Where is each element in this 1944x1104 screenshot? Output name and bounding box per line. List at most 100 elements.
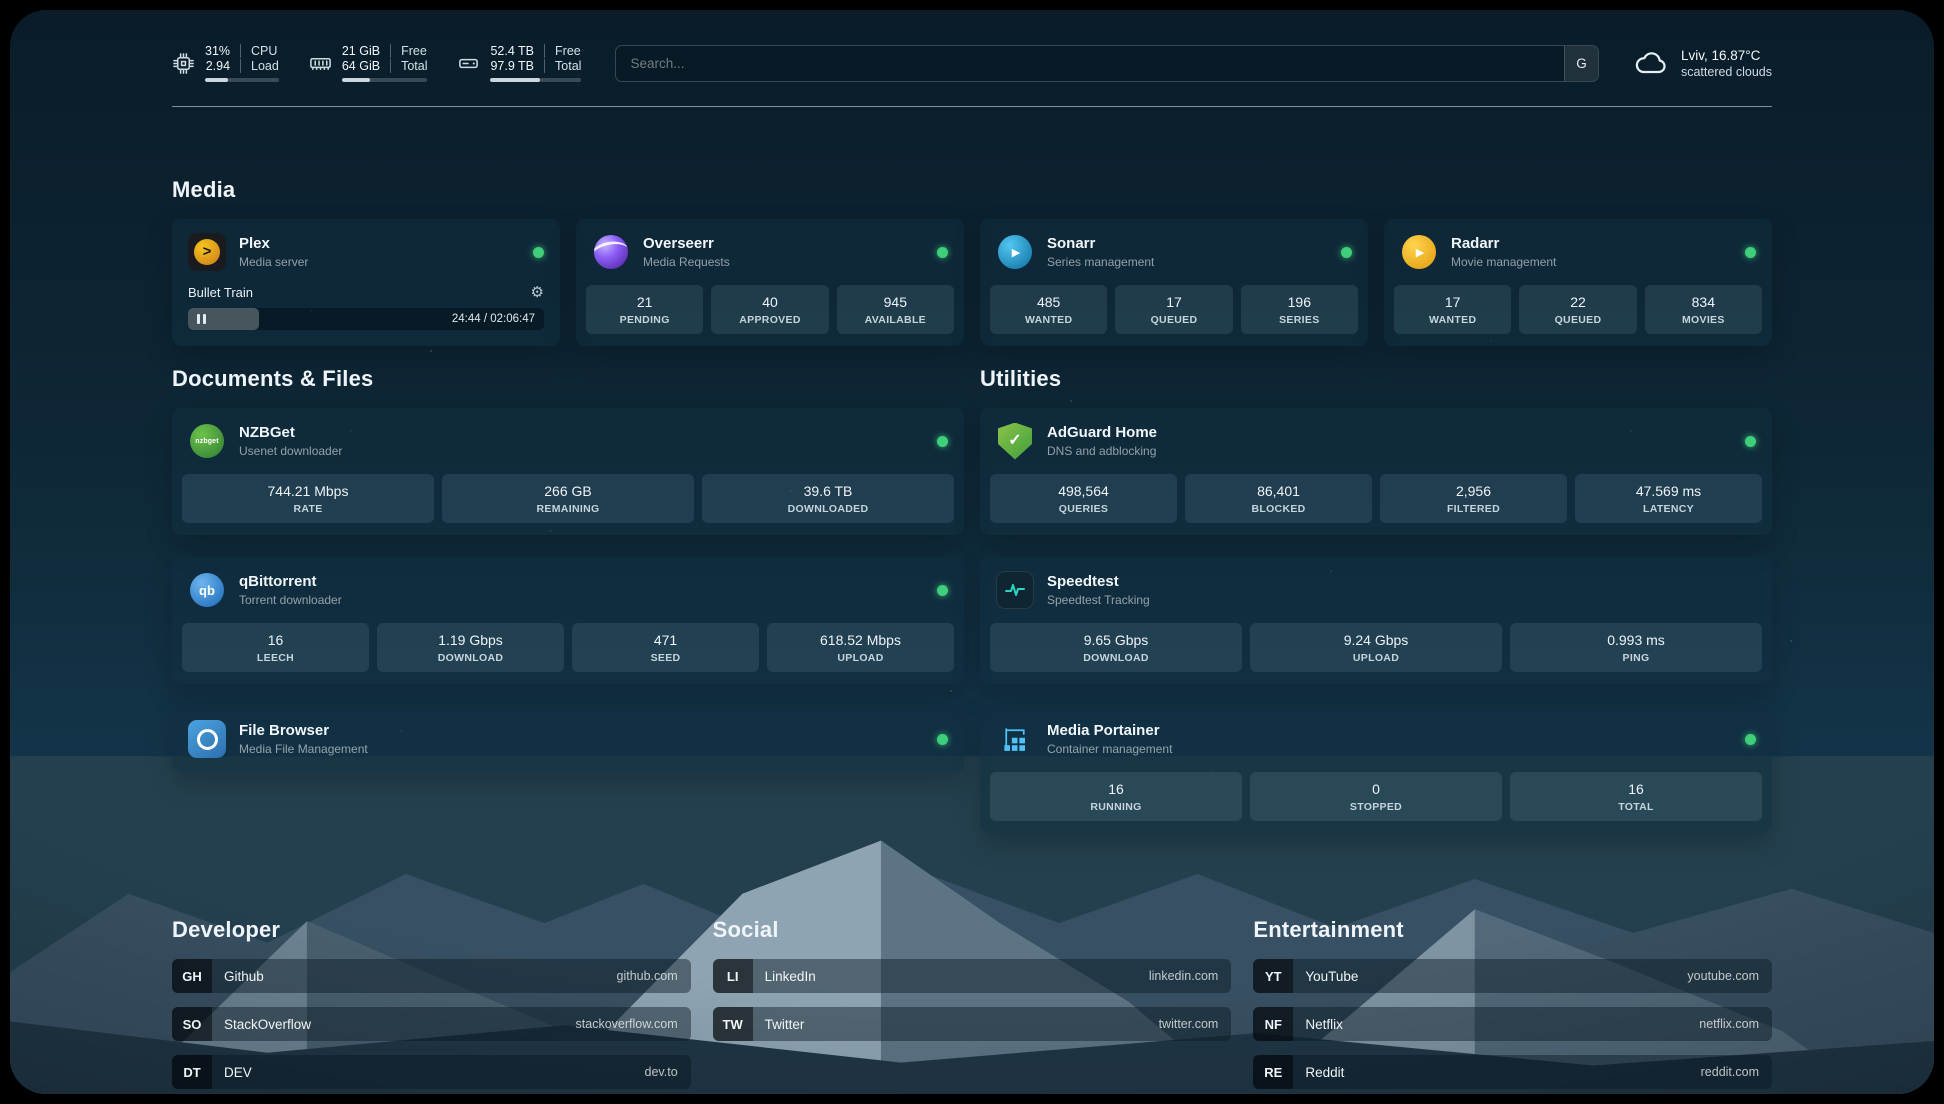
weather-location: Lviv, 16.87°C bbox=[1681, 48, 1772, 63]
resource-widgets: 31% CPU 2.94 Load 21 GiB Free bbox=[172, 44, 581, 82]
nzbget-icon bbox=[188, 422, 226, 460]
github-abbr-icon: GH bbox=[172, 959, 212, 993]
memory-free-value: 21 GiB bbox=[342, 44, 391, 58]
overseerr-icon bbox=[592, 233, 630, 271]
filebrowser-icon bbox=[188, 720, 226, 758]
entertainment-bookmarks: Entertainment YT YouTube youtube.com NF … bbox=[1253, 917, 1772, 1094]
stat-queued: 22 QUEUED bbox=[1519, 285, 1636, 334]
social-section-title: Social bbox=[713, 917, 1232, 943]
plex-icon bbox=[188, 233, 226, 271]
overseerr-card[interactable]: Overseerr Media Requests 21 PENDING 40 A… bbox=[576, 219, 964, 346]
plex-now-playing-widget: Bullet Train 24:44 / 02:06:47 bbox=[172, 285, 560, 344]
gear-icon[interactable] bbox=[531, 285, 544, 300]
cpu-load-value: 2.94 bbox=[205, 59, 241, 73]
disk-widget: 52.4 TB Free 97.9 TB Total bbox=[457, 44, 581, 82]
stat-pending: 21 PENDING bbox=[586, 285, 703, 334]
stat-download: 1.19 Gbps DOWNLOAD bbox=[377, 623, 564, 672]
overseerr-name: Overseerr bbox=[643, 235, 730, 252]
cloud-icon bbox=[1633, 48, 1669, 78]
documents-section-title: Documents & Files bbox=[172, 366, 964, 392]
cpu-icon bbox=[172, 52, 195, 75]
media-section: Media Plex Media server Bullet Train bbox=[172, 177, 1772, 346]
bookmark-github[interactable]: GH Github github.com bbox=[172, 959, 691, 993]
speedtest-name: Speedtest bbox=[1047, 573, 1150, 590]
twitter-abbr-icon: TW bbox=[713, 1007, 753, 1041]
stat-wanted: 485 WANTED bbox=[990, 285, 1107, 334]
linkedin-abbr-icon: LI bbox=[713, 959, 753, 993]
bookmark-twitter[interactable]: TW Twitter twitter.com bbox=[713, 1007, 1232, 1041]
sonarr-card[interactable]: Sonarr Series management 485 WANTED 17 Q… bbox=[980, 219, 1368, 346]
disk-progress-bar bbox=[490, 78, 581, 82]
utilities-section-title: Utilities bbox=[980, 366, 1772, 392]
filebrowser-card[interactable]: File Browser Media File Management bbox=[172, 706, 964, 772]
qbittorrent-card[interactable]: qBittorrent Torrent downloader 16 LEECH … bbox=[172, 557, 964, 684]
memory-progress-bar bbox=[342, 78, 428, 82]
radarr-status-dot bbox=[1745, 247, 1756, 258]
filebrowser-name: File Browser bbox=[239, 722, 368, 739]
portainer-card[interactable]: Media Portainer Container management 16 … bbox=[980, 706, 1772, 833]
nzbget-status-dot bbox=[937, 436, 948, 447]
stat-download: 9.65 Gbps DOWNLOAD bbox=[990, 623, 1242, 672]
qbittorrent-desc: Torrent downloader bbox=[239, 593, 342, 607]
bookmark-youtube[interactable]: YT YouTube youtube.com bbox=[1253, 959, 1772, 993]
stat-remaining: 266 GB REMAINING bbox=[442, 474, 694, 523]
stat-series: 196 SERIES bbox=[1241, 285, 1358, 334]
plex-card[interactable]: Plex Media server Bullet Train bbox=[172, 219, 560, 346]
pause-icon[interactable] bbox=[197, 314, 206, 324]
bookmark-reddit[interactable]: RE Reddit reddit.com bbox=[1253, 1055, 1772, 1089]
reddit-abbr-icon: RE bbox=[1253, 1055, 1293, 1089]
stat-blocked: 86,401 BLOCKED bbox=[1185, 474, 1372, 523]
qbittorrent-icon bbox=[188, 571, 226, 609]
bookmark-dev[interactable]: DT DEV dev.to bbox=[172, 1055, 691, 1089]
sonarr-name: Sonarr bbox=[1047, 235, 1154, 252]
portainer-icon bbox=[996, 720, 1034, 758]
search-provider-button[interactable]: G bbox=[1564, 46, 1598, 81]
topbar-divider bbox=[172, 106, 1772, 107]
memory-icon bbox=[309, 52, 332, 75]
memory-free-label: Free bbox=[391, 44, 427, 58]
speedtest-card[interactable]: Speedtest Speedtest Tracking 9.65 Gbps D… bbox=[980, 557, 1772, 684]
stat-latency: 47.569 ms LATENCY bbox=[1575, 474, 1762, 523]
stat-running: 16 RUNNING bbox=[990, 772, 1242, 821]
adguard-card[interactable]: AdGuard Home DNS and adblocking 498,564 … bbox=[980, 408, 1772, 535]
memory-total-value: 64 GiB bbox=[342, 59, 391, 73]
radarr-card[interactable]: Radarr Movie management 17 WANTED 22 QUE… bbox=[1384, 219, 1772, 346]
stat-rate: 744.21 Mbps RATE bbox=[182, 474, 434, 523]
nzbget-card[interactable]: NZBGet Usenet downloader 744.21 Mbps RAT… bbox=[172, 408, 964, 535]
disk-total-label: Total bbox=[545, 59, 581, 73]
youtube-abbr-icon: YT bbox=[1253, 959, 1293, 993]
cpu-progress-bar bbox=[205, 78, 279, 82]
disk-icon bbox=[457, 52, 480, 75]
sonarr-icon bbox=[996, 233, 1034, 271]
social-bookmarks: Social LI LinkedIn linkedin.com TW Twitt… bbox=[713, 917, 1232, 1094]
bookmark-linkedin[interactable]: LI LinkedIn linkedin.com bbox=[713, 959, 1232, 993]
memory-widget: 21 GiB Free 64 GiB Total bbox=[309, 44, 428, 82]
stat-approved: 40 APPROVED bbox=[711, 285, 828, 334]
search-input[interactable] bbox=[615, 45, 1599, 82]
developer-section-title: Developer bbox=[172, 917, 691, 943]
disk-free-value: 52.4 TB bbox=[490, 44, 545, 58]
now-playing-title: Bullet Train bbox=[188, 285, 253, 300]
cpu-usage-label: CPU bbox=[241, 44, 279, 58]
developer-bookmarks: Developer GH Github github.com SO StackO… bbox=[172, 917, 691, 1094]
top-bar: 31% CPU 2.94 Load 21 GiB Free bbox=[172, 44, 1772, 82]
search-bar: G bbox=[615, 45, 1599, 82]
stat-queued: 17 QUEUED bbox=[1115, 285, 1232, 334]
stat-downloaded: 39.6 TB DOWNLOADED bbox=[702, 474, 954, 523]
bookmark-netflix[interactable]: NF Netflix netflix.com bbox=[1253, 1007, 1772, 1041]
now-playing-progress-bar: 24:44 / 02:06:47 bbox=[188, 308, 544, 330]
netflix-abbr-icon: NF bbox=[1253, 1007, 1293, 1041]
stat-queries: 498,564 QUERIES bbox=[990, 474, 1177, 523]
adguard-name: AdGuard Home bbox=[1047, 424, 1157, 441]
stat-movies: 834 MOVIES bbox=[1645, 285, 1762, 334]
speedtest-icon bbox=[996, 571, 1034, 609]
qbittorrent-status-dot bbox=[937, 585, 948, 596]
stat-available: 945 AVAILABLE bbox=[837, 285, 954, 334]
disk-total-value: 97.9 TB bbox=[490, 59, 545, 73]
nzbget-name: NZBGet bbox=[239, 424, 342, 441]
radarr-icon bbox=[1400, 233, 1438, 271]
plex-status-dot bbox=[533, 247, 544, 258]
portainer-status-dot bbox=[1745, 734, 1756, 745]
disk-free-label: Free bbox=[545, 44, 581, 58]
bookmark-stackoverflow[interactable]: SO StackOverflow stackoverflow.com bbox=[172, 1007, 691, 1041]
